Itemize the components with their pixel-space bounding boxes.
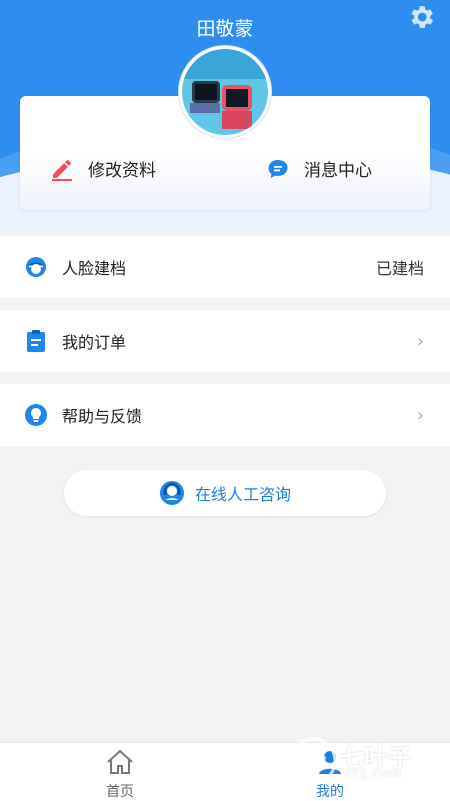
gear-icon[interactable] [406,2,436,32]
avatar[interactable] [179,46,271,138]
menu-item-label: 人脸建档 [62,259,127,278]
edit-profile-button[interactable]: 修改资料 [50,156,156,181]
message-center-label: 消息中心 [304,161,372,181]
status-text: 已建档 [375,259,424,278]
tab-home[interactable]: 首页 [60,743,180,801]
face-profile-icon [24,255,48,279]
chevron-right-icon: › [416,330,424,352]
message-center-button[interactable]: 消息中心 [266,156,372,181]
pencil-icon [50,157,74,181]
site-watermark: 七叶子 7YZ.COM [288,730,438,790]
user-name: 田敬蒙 [196,18,254,40]
menu-item-help-feedback[interactable]: 帮助与反馈 › [0,384,450,446]
menu-item-face-profile[interactable]: 人脸建档 已建档 [0,236,450,298]
house-icon [107,749,133,774]
chat-bubble-icon [266,157,290,181]
menu-item-label: 帮助与反馈 [62,407,143,426]
headset-agent-icon [159,480,185,506]
menu-item-my-orders[interactable]: 我的订单 › [0,310,450,372]
watermark-site: 7YZ.COM [344,768,402,781]
menu-item-label: 我的订单 [62,333,127,352]
online-consult-label: 在线人工咨询 [194,485,291,504]
chevron-right-icon: › [416,404,424,426]
edit-profile-label: 修改资料 [88,161,156,181]
lightbulb-icon [24,403,48,427]
leaf-logo-icon [289,737,337,785]
online-consult-button[interactable]: 在线人工咨询 [64,470,386,516]
clipboard-icon [24,329,48,353]
avatar-image [182,49,268,135]
tab-home-label: 首页 [106,784,134,800]
